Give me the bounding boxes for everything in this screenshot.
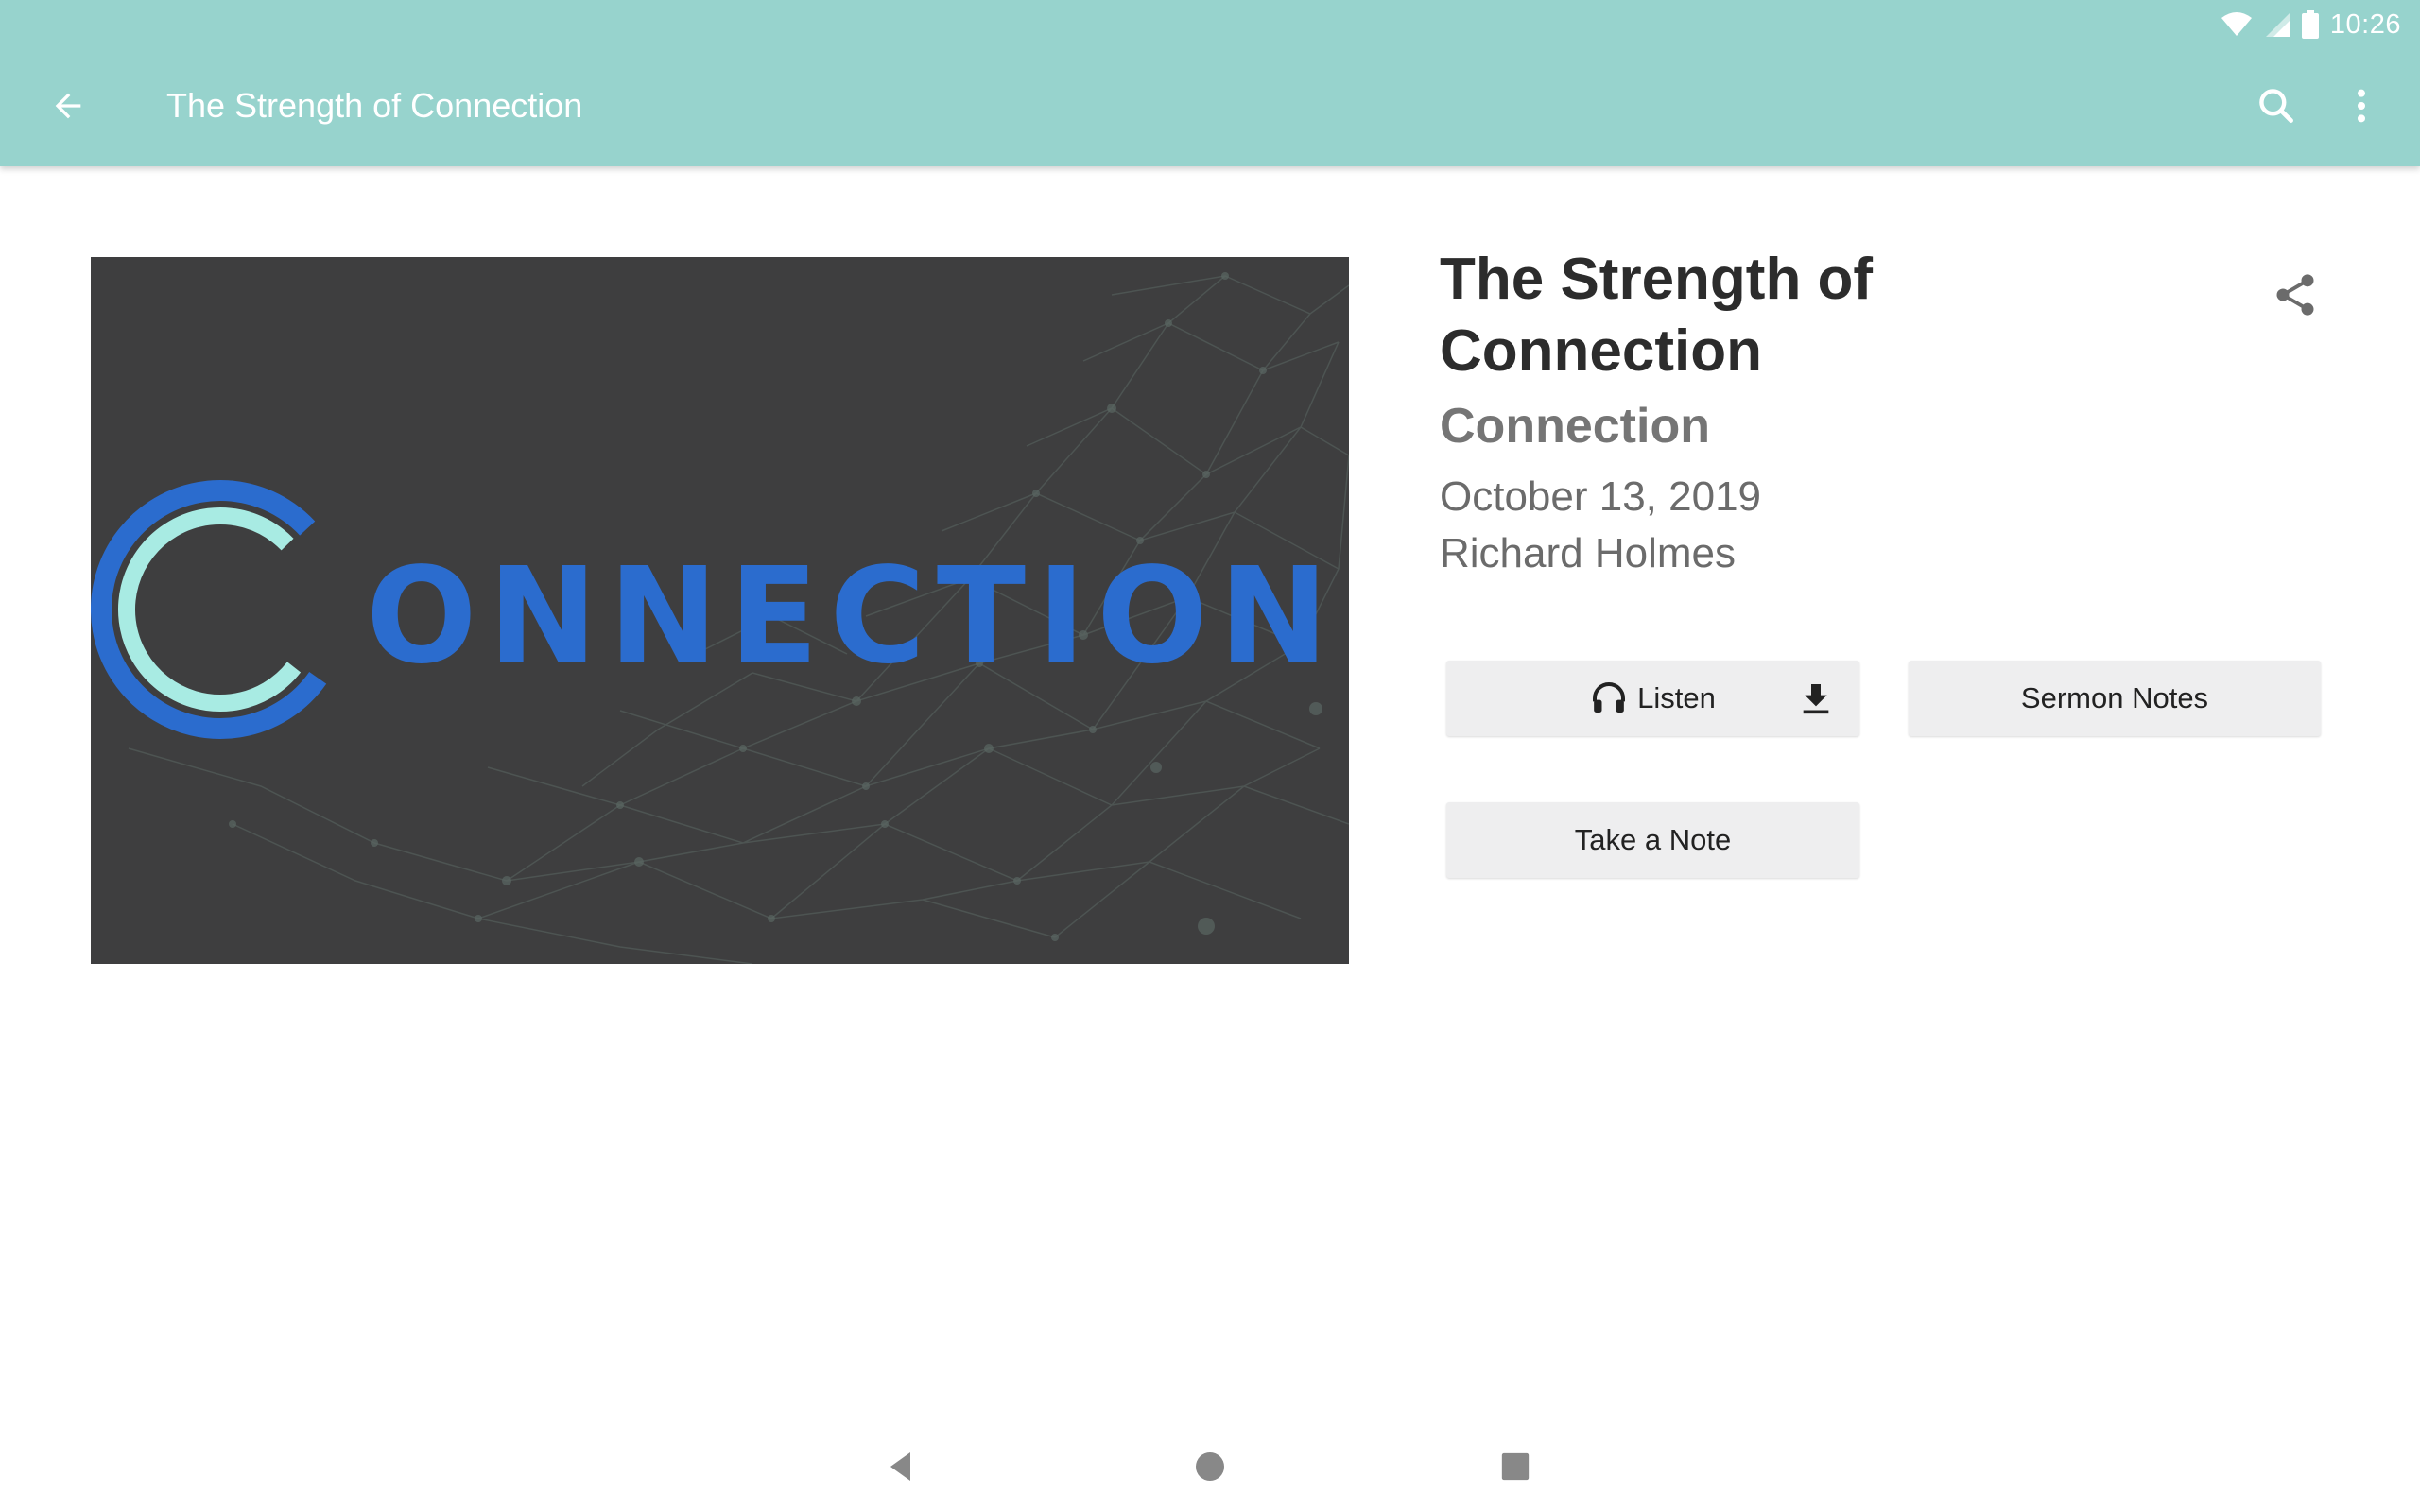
listen-button[interactable]: Listen [1446, 661, 1859, 736]
share-button[interactable] [2265, 265, 2325, 325]
speaker-name: Richard Holmes [1440, 530, 1736, 576]
logo-c-mark [91, 480, 350, 739]
headphones-icon [1593, 682, 1626, 713]
series-name: Connection [1440, 399, 1710, 454]
nav-home-icon [1196, 1452, 1224, 1481]
listen-content: Listen [1590, 679, 1716, 717]
nav-back-icon [890, 1452, 910, 1481]
system-nav-bar [0, 1421, 2420, 1512]
search-icon [2259, 89, 2293, 123]
search-button[interactable] [2250, 79, 2303, 132]
share-icon [2276, 274, 2314, 316]
nav-recents-button[interactable] [1489, 1440, 1542, 1493]
app-bar: 10:26 The Strength of Connection [0, 0, 2420, 166]
status-time: 10:26 [2329, 9, 2401, 40]
cell-signal-icon [2265, 13, 2290, 37]
sermon-notes-button[interactable]: Sermon Notes [1909, 661, 2321, 736]
overflow-menu-button[interactable] [2335, 79, 2388, 132]
battery-icon [2301, 10, 2319, 39]
nav-home-button[interactable] [1184, 1440, 1236, 1493]
take-note-button[interactable]: Take a Note [1446, 802, 1859, 878]
back-button[interactable] [42, 79, 95, 132]
download-button[interactable] [1795, 678, 1837, 719]
sermon-title: The Strength of Connection [1440, 247, 1874, 384]
arrow-back-icon [55, 93, 81, 119]
artwork-graphic: ONNECTION [91, 272, 1349, 964]
nav-back-button[interactable] [875, 1440, 928, 1493]
listen-label: Listen [1637, 681, 1716, 714]
nav-recents-icon [1501, 1452, 1530, 1481]
sermon-artwork: ONNECTION [91, 257, 1349, 964]
toolbar-title: The Strength of Connection [166, 86, 583, 125]
wifi-icon [2221, 12, 2252, 36]
logo-wordmark: ONNECTION [366, 540, 1340, 694]
download-icon [1803, 684, 1829, 714]
more-vert-icon [2358, 89, 2365, 123]
status-bar: 10:26 [2042, 0, 2420, 49]
sermon-date: October 13, 2019 [1440, 473, 1762, 520]
